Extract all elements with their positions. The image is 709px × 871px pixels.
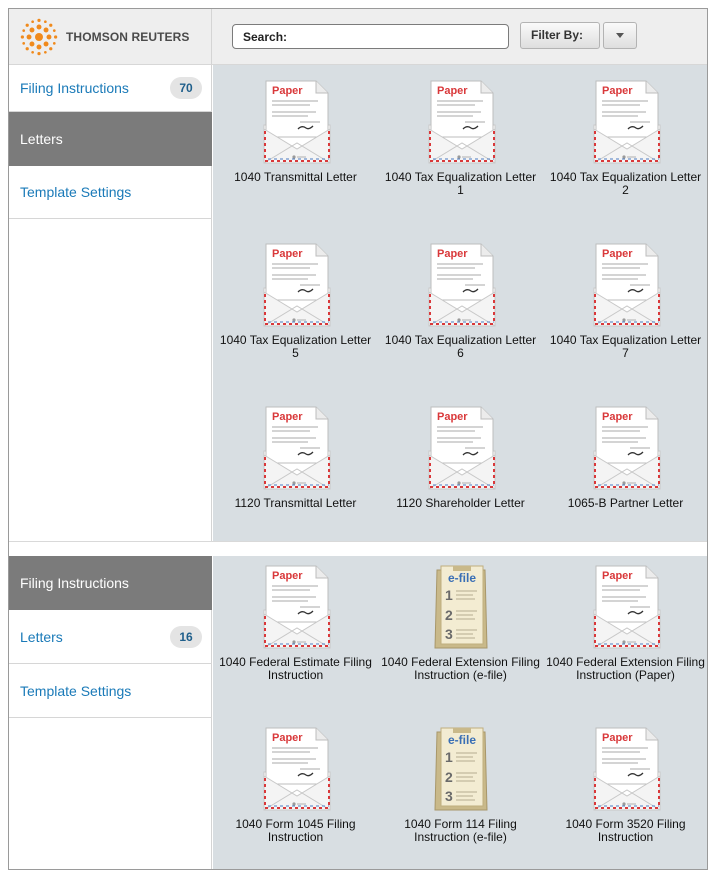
paper-letter-icon: Paper [428, 243, 495, 327]
efile-word: e-file [447, 571, 475, 585]
paper-letter-icon: Paper [593, 80, 660, 164]
efile-word: e-file [447, 733, 475, 747]
tile-label: 1120 Transmittal Letter [234, 496, 357, 510]
sidebar-item-label: Filing Instructions [20, 574, 129, 591]
template-tile[interactable]: Paper 1040 Transmittal Letter [213, 79, 378, 184]
sidebar-letters-view: Filing Instructions 70 Letters Template Set… [9, 65, 212, 541]
paper-letter-icon: Paper [593, 565, 660, 649]
paper-word: Paper [437, 248, 468, 260]
letters-grid: Paper 1040 Transmittal Letter Paper 1040 Ta… [213, 65, 707, 541]
sidebar-item-label: Template Settings [20, 184, 132, 200]
brand-logo[interactable]: THOMSON REUTERS [9, 9, 212, 65]
tile-label: 1040 Federal Extension Filing Instructio… [546, 655, 705, 682]
tile-label: 1040 Tax Equalization Letter 5 [219, 333, 372, 360]
paper-letter-icon: Paper [428, 80, 495, 164]
paper-letter-icon: Paper [263, 243, 330, 327]
sidebar-item-template-settings[interactable]: Template Settings [9, 166, 212, 219]
template-tile[interactable]: e-file 1 2 3 1040 Form 114 Filing Instructio… [378, 726, 543, 844]
template-tile[interactable]: Paper 1120 Shareholder Letter [378, 405, 543, 510]
step-3: 3 [445, 788, 453, 804]
paper-word: Paper [272, 570, 303, 582]
sidebar-item-label: Letters [20, 130, 63, 147]
paper-letter-icon: Paper [263, 80, 330, 164]
paper-letter-icon: Paper [593, 243, 660, 327]
tile-label: 1040 Tax Equalization Letter 6 [384, 333, 537, 360]
filter-by-button[interactable]: Filter By: [520, 22, 600, 49]
count-badge: 16 [170, 625, 202, 648]
tile-label: 1040 Form 114 Filing Instruction (e-file… [404, 817, 517, 844]
sidebar-filing-instructions-view: Filing Instructions Letters 16 Template Set… [9, 556, 212, 869]
paper-letter-icon: Paper [263, 727, 330, 811]
paper-word: Paper [437, 85, 468, 97]
efile-folder-icon: e-file 1 2 3 [433, 565, 488, 649]
paper-word: Paper [602, 411, 633, 423]
chevron-down-icon [616, 33, 624, 38]
search-input[interactable] [232, 24, 509, 49]
tile-label: 1040 Transmittal Letter [234, 170, 357, 184]
tile-label: 1120 Shareholder Letter [396, 496, 525, 510]
paper-word: Paper [272, 85, 303, 97]
step-1: 1 [445, 749, 453, 765]
tile-label: 1040 Federal Estimate Filing Instruction [219, 655, 372, 682]
paper-letter-icon: Paper [263, 565, 330, 649]
step-2: 2 [445, 769, 453, 785]
top-header: THOMSON REUTERS Filter By: [9, 9, 707, 65]
paper-word: Paper [272, 248, 303, 260]
logo-text: THOMSON REUTERS [66, 30, 190, 44]
sidebar-item-letters[interactable]: Letters 16 [9, 610, 212, 664]
sidebar-item-label: Template Settings [20, 682, 132, 699]
paper-letter-icon: Paper [428, 406, 495, 490]
template-tile[interactable]: e-file 1 2 3 1040 Federal Extension Filing I… [378, 564, 543, 682]
paper-word: Paper [272, 732, 303, 744]
sidebar-item-filing-instructions[interactable]: Filing Instructions [9, 556, 212, 610]
template-tile[interactable]: Paper 1040 Tax Equalization Letter 6 [378, 242, 543, 360]
template-tile[interactable]: Paper 1040 Form 1045 Filing Instruction [213, 726, 378, 844]
template-tile[interactable]: Paper 1040 Tax Equalization Letter 2 [543, 79, 707, 197]
tile-label: 1040 Form 3520 Filing Instruction [565, 817, 686, 844]
template-tile[interactable]: Paper 1040 Federal Estimate Filing Instru… [213, 564, 378, 682]
paper-word: Paper [437, 411, 468, 423]
tile-label: 1040 Federal Extension Filing Instructio… [381, 655, 540, 682]
paper-word: Paper [602, 248, 633, 260]
sidebar-item-template-settings[interactable]: Template Settings [9, 664, 212, 718]
count-badge: 70 [170, 77, 202, 99]
thomson-reuters-logo-icon [20, 18, 58, 56]
app-window: THOMSON REUTERS Filter By: Filing Instru… [8, 8, 708, 870]
panel-divider [9, 541, 707, 555]
sidebar-item-letters[interactable]: Letters [9, 112, 212, 166]
paper-word: Paper [272, 411, 303, 423]
paper-word: Paper [602, 732, 633, 744]
sidebar-item-filing-instructions[interactable]: Filing Instructions 70 [9, 65, 212, 112]
step-3: 3 [445, 626, 453, 642]
template-tile[interactable]: Paper 1040 Tax Equalization Letter 5 [213, 242, 378, 360]
tile-label: 1040 Form 1045 Filing Instruction [235, 817, 356, 844]
step-1: 1 [445, 587, 453, 603]
template-tile[interactable]: Paper 1065-B Partner Letter [543, 405, 707, 510]
tile-label: 1040 Tax Equalization Letter 7 [549, 333, 702, 360]
paper-letter-icon: Paper [593, 406, 660, 490]
tile-label: 1065-B Partner Letter [567, 496, 684, 510]
efile-folder-icon: e-file 1 2 3 [433, 727, 488, 811]
paper-word: Paper [602, 570, 633, 582]
step-2: 2 [445, 607, 453, 623]
template-tile[interactable]: Paper 1040 Tax Equalization Letter 7 [543, 242, 707, 360]
template-tile[interactable]: Paper 1040 Federal Extension Filing Instr… [543, 564, 707, 682]
sidebar-item-label: Filing Instructions [20, 80, 129, 96]
filing-instructions-grid: Paper 1040 Federal Estimate Filing Instru… [213, 556, 707, 869]
paper-letter-icon: Paper [593, 727, 660, 811]
sidebar-item-label: Letters [20, 628, 63, 645]
template-tile[interactable]: Paper 1040 Tax Equalization Letter 1 [378, 79, 543, 197]
tile-label: 1040 Tax Equalization Letter 1 [384, 170, 537, 197]
template-tile[interactable]: Paper 1120 Transmittal Letter [213, 405, 378, 510]
paper-word: Paper [602, 85, 633, 97]
template-tile[interactable]: Paper 1040 Form 3520 Filing Instruction [543, 726, 707, 844]
paper-letter-icon: Paper [263, 406, 330, 490]
tile-label: 1040 Tax Equalization Letter 2 [549, 170, 702, 197]
filter-dropdown-button[interactable] [603, 22, 637, 49]
